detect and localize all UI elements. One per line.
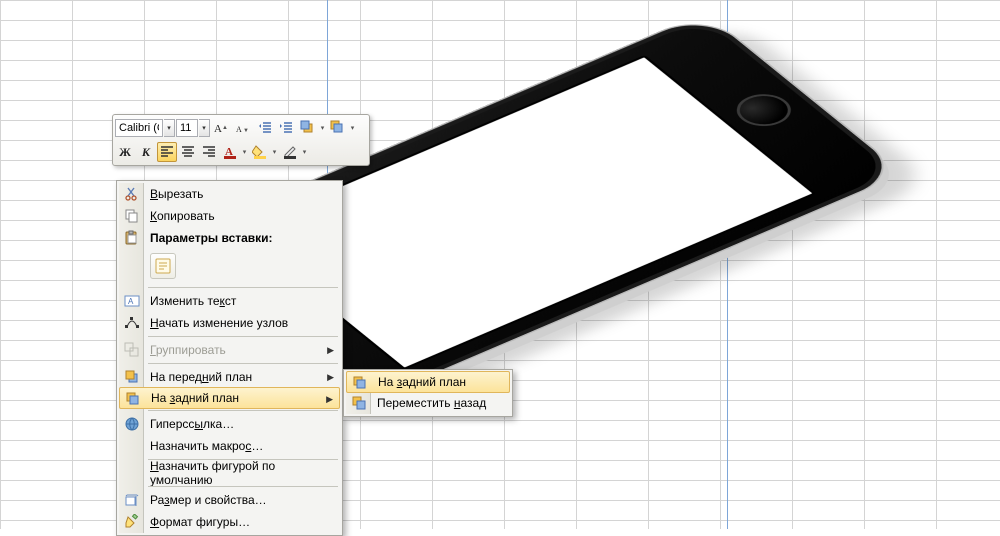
send-backward-icon	[350, 395, 367, 411]
svg-text:A: A	[214, 123, 222, 135]
bold-icon: Ж	[119, 145, 131, 160]
menu-item-label: Назначить фигурой по умолчанию	[150, 459, 322, 487]
bring-forward-icon	[300, 120, 316, 136]
menu-item-format-shape[interactable]: Формат фигуры…	[119, 511, 340, 533]
menu-item-label: На задний план	[378, 375, 466, 389]
paste-options-row	[119, 249, 340, 285]
menu-item-copy[interactable]: Копировать	[119, 205, 340, 227]
size-properties-icon	[123, 492, 140, 508]
align-right-button[interactable]	[199, 142, 219, 162]
grow-font-icon: A▲	[213, 120, 229, 136]
submenu-arrow-icon: ▶	[327, 372, 334, 383]
menu-item-paste-options-header: Параметры вставки:	[119, 227, 340, 249]
menu-separator	[148, 336, 338, 337]
italic-button[interactable]: К	[136, 142, 156, 162]
menu-item-size-properties[interactable]: Размер и свойства…	[119, 489, 340, 511]
increase-indent-button[interactable]	[277, 118, 297, 138]
shrink-font-button[interactable]: A▼	[232, 118, 252, 138]
font-name-dropdown[interactable]: ▾	[164, 119, 175, 137]
submenu-arrow-icon: ▶	[326, 394, 333, 405]
menu-item-edit-points[interactable]: Начать изменение узлов	[119, 312, 340, 334]
fill-color-split[interactable]: ▾	[250, 142, 279, 162]
submenu-item-send-to-back[interactable]: На задний план	[346, 371, 510, 393]
edit-points-icon	[123, 315, 140, 331]
menu-item-label: На передний план	[150, 370, 252, 384]
menu-item-send-to-back[interactable]: На задний план ▶	[119, 387, 340, 409]
menu-item-label: Изменить текст	[150, 294, 236, 308]
submenu-arrow-icon: ▶	[327, 345, 334, 356]
decrease-indent-icon	[258, 120, 274, 136]
menu-item-hyperlink[interactable]: Гиперссылка…	[119, 413, 340, 435]
submenu-item-send-backward[interactable]: Переместить назад	[346, 392, 510, 414]
send-to-back-icon	[351, 375, 368, 391]
menu-item-set-default-shape[interactable]: Назначить фигурой по умолчанию	[119, 462, 340, 484]
align-left-icon	[159, 144, 175, 160]
menu-item-label: ВВырезатьырезать	[150, 187, 203, 201]
increase-indent-icon	[279, 120, 295, 136]
outline-color-split[interactable]: ▾	[280, 142, 309, 162]
menu-item-label: Размер и свойства…	[150, 493, 267, 507]
svg-text:A: A	[236, 125, 242, 134]
align-left-button[interactable]	[157, 142, 177, 162]
menu-item-label: Копировать	[150, 209, 215, 223]
menu-separator	[148, 410, 338, 411]
menu-item-bring-to-front[interactable]: На передний план ▶	[119, 366, 340, 388]
menu-item-assign-macro[interactable]: Назначить макрос…	[119, 435, 340, 457]
format-shape-icon	[123, 514, 140, 530]
bold-button[interactable]: Ж	[115, 142, 135, 162]
decrease-indent-button[interactable]	[256, 118, 276, 138]
cut-icon	[123, 186, 140, 202]
menu-item-label: Параметры вставки:	[150, 231, 273, 245]
paste-default-icon	[154, 257, 172, 275]
outline-color-icon	[282, 144, 298, 160]
menu-separator	[148, 287, 338, 288]
phone-home-button-icon	[726, 88, 801, 132]
svg-text:A: A	[128, 297, 134, 306]
paste-option-default[interactable]	[150, 253, 176, 279]
menu-item-label: Формат фигуры…	[150, 515, 250, 529]
edit-text-icon: A	[123, 293, 140, 309]
menu-item-label: Переместить назад	[377, 396, 486, 410]
send-to-back-icon	[124, 391, 141, 407]
menu-item-cut[interactable]: ВВырезатьырезать	[119, 183, 340, 205]
font-color-icon: A	[222, 144, 238, 160]
italic-icon: К	[142, 145, 150, 160]
font-size-combo[interactable]	[176, 119, 198, 137]
bring-to-front-icon	[123, 369, 140, 385]
hyperlink-icon	[123, 416, 140, 432]
svg-text:▲: ▲	[222, 125, 228, 131]
submenu-send-to-back: На задний план Переместить назад	[343, 369, 513, 417]
menu-item-label: На задний план	[151, 391, 239, 405]
menu-item-label: Гиперссылка…	[150, 417, 234, 431]
menu-item-group: Группировать ▶	[119, 339, 340, 361]
mini-toolbar: ▾ ▾ A▲ A▼ ▾ ▾ Ж К	[112, 114, 370, 166]
menu-separator	[148, 363, 338, 364]
align-center-icon	[180, 144, 196, 160]
font-size-dropdown[interactable]: ▾	[199, 119, 210, 137]
menu-item-label: Группировать	[150, 343, 226, 357]
bring-forward-split[interactable]: ▾	[298, 118, 327, 138]
font-name-combo[interactable]	[115, 119, 163, 137]
send-backward-icon	[330, 120, 346, 136]
menu-item-label: Начать изменение узлов	[150, 316, 288, 330]
shrink-font-icon: A▼	[234, 120, 250, 136]
context-menu: ВВырезатьырезать Копировать Параметры вс…	[116, 180, 343, 536]
menu-item-edit-text[interactable]: A Изменить текст	[119, 290, 340, 312]
menu-separator	[148, 486, 338, 487]
svg-text:▼: ▼	[243, 128, 249, 134]
align-center-button[interactable]	[178, 142, 198, 162]
group-icon	[123, 342, 140, 358]
align-right-icon	[201, 144, 217, 160]
paste-icon	[123, 230, 140, 246]
font-color-split[interactable]: A ▾	[220, 142, 249, 162]
send-backward-split[interactable]: ▾	[328, 118, 357, 138]
copy-icon	[123, 208, 140, 224]
fill-color-icon	[252, 144, 268, 160]
menu-item-label: Назначить макрос…	[150, 439, 263, 453]
grow-font-button[interactable]: A▲	[211, 118, 231, 138]
